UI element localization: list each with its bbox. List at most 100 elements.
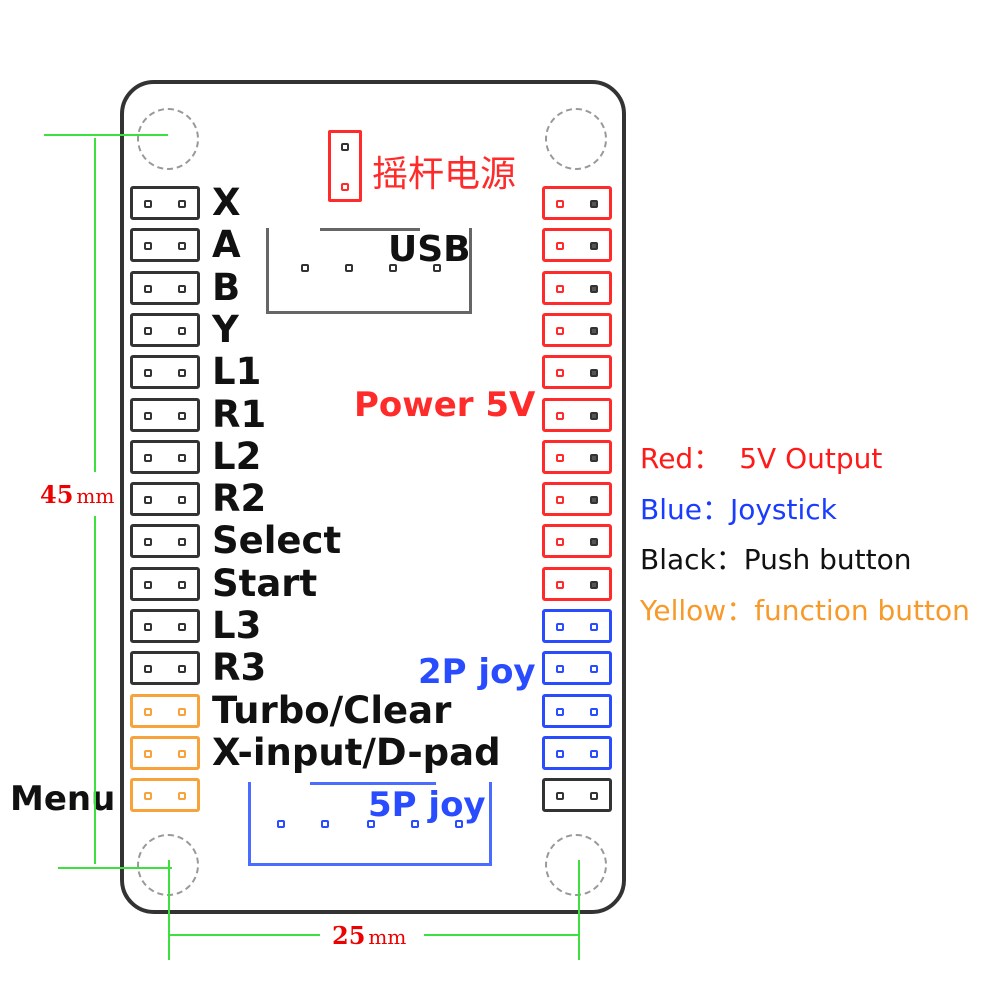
pin [556,327,564,335]
menu-label: Menu [10,779,116,819]
pin [590,581,598,589]
joy-5p-label: 5P joy [368,785,486,825]
pin [144,581,152,589]
legend-key: Red： [640,442,722,475]
pin [321,820,329,828]
height-unit: mm [76,484,115,508]
pin [556,369,564,377]
pin [341,183,349,191]
legend-item-blue: Blue：Joystick [640,496,837,524]
pin [144,496,152,504]
pin [178,327,186,335]
pin [178,496,186,504]
mounting-hole-top-right [545,108,607,170]
header-label: L3 [212,604,262,647]
pin [345,264,353,272]
right-header-1 [542,186,612,220]
pin [144,708,152,716]
legend-value: function button [754,594,970,627]
dimension-line-right-tick [578,860,580,960]
right-header-2 [542,228,612,262]
left-header-2 [130,228,200,262]
pin [590,412,598,420]
right-header-13 [542,694,612,728]
pin [178,750,186,758]
legend-item-black: Black：Push button [640,546,912,574]
dimension-line-horizontal-left [170,934,320,936]
header-label: Select [212,519,342,562]
pin [590,792,598,800]
header-label: X [212,181,241,224]
header-label: L1 [212,350,262,393]
dimension-line-vertical-lower [94,516,96,864]
header-label: R2 [212,477,267,520]
mounting-hole-bottom-right [545,834,607,896]
pin [178,792,186,800]
pin [590,285,598,293]
pin [178,581,186,589]
pin [178,708,186,716]
left-header-15 [130,778,200,812]
header-label: R3 [212,646,267,689]
legend-item-red: Red： 5V Output [640,445,882,473]
width-value: 25 [332,921,366,950]
pin [556,665,564,673]
header-label: A [212,223,241,266]
right-header-11 [542,609,612,643]
right-header-3 [542,271,612,305]
right-header-7 [542,440,612,474]
pin [590,623,598,631]
pin [178,623,186,631]
pin [301,264,309,272]
legend-key: Yellow： [640,594,755,627]
pin [556,454,564,462]
pin [144,327,152,335]
left-header-9 [130,524,200,558]
header-label: B [212,266,241,309]
header-label: Y [212,308,239,351]
pin [178,665,186,673]
pin [590,750,598,758]
pin [178,412,186,420]
width-unit: mm [368,925,407,949]
pin [556,412,564,420]
pin [277,820,285,828]
left-header-11 [130,609,200,643]
right-header-5 [542,355,612,389]
pin [556,538,564,546]
height-value: 45 [40,480,74,509]
pin [144,538,152,546]
joystick-power-label: 摇杆电源 [372,154,517,195]
legend-item-yellow: Yellow：function button [640,597,970,625]
pin [178,200,186,208]
pin [556,242,564,250]
left-header-14 [130,736,200,770]
dimension-line-vertical-upper [94,138,96,472]
right-header-9 [542,524,612,558]
pin [144,200,152,208]
pin [144,750,152,758]
pin [590,496,598,504]
pin [556,623,564,631]
right-header-6 [542,398,612,432]
width-dimension-label: 25 mm [332,921,406,950]
pin [178,369,186,377]
left-header-5 [130,355,200,389]
legend-value: 5V Output [739,442,883,475]
header-label: R1 [212,393,267,436]
right-header-10 [542,567,612,601]
pin [556,285,564,293]
left-header-12 [130,651,200,685]
pin [556,496,564,504]
pin [590,708,598,716]
joy-2p-label: 2P joy [418,652,536,692]
pin [590,200,598,208]
pin [178,285,186,293]
joystick-power-header [328,130,362,202]
right-header-8 [542,482,612,516]
left-header-3 [130,271,200,305]
pin [144,369,152,377]
mounting-hole-top-left [137,108,199,170]
left-header-7 [130,440,200,474]
pin [590,538,598,546]
